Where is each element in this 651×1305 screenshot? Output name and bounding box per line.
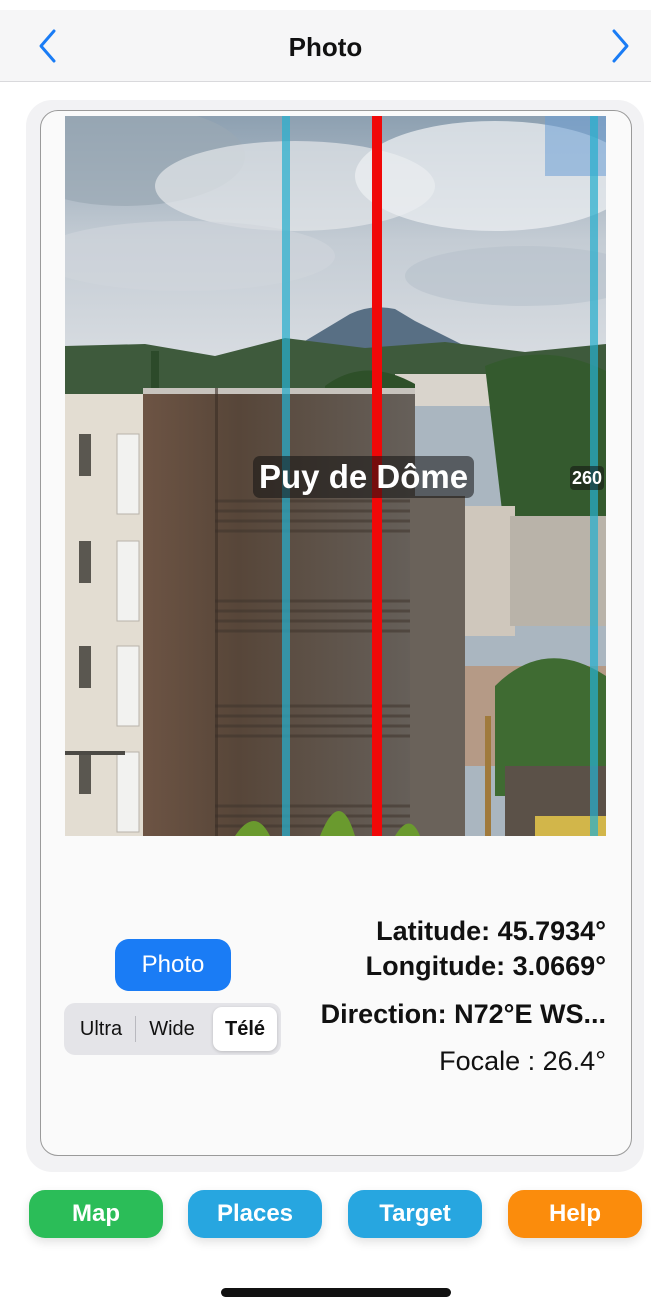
- map-button[interactable]: Map: [29, 1190, 163, 1238]
- lens-option-tele[interactable]: Télé: [213, 1007, 277, 1051]
- peak-label: Puy de Dôme: [253, 456, 475, 498]
- chevron-right-icon: [612, 29, 629, 63]
- lens-segmented-control: Ultra Wide Télé: [64, 1003, 281, 1055]
- forward-button[interactable]: [604, 26, 640, 66]
- page-title: Photo: [288, 32, 363, 62]
- latitude-text: Latitude: 45.7934°: [376, 916, 606, 946]
- places-button[interactable]: Places: [188, 1190, 322, 1238]
- photo-button[interactable]: Photo: [115, 939, 231, 991]
- lens-option-wide[interactable]: Wide: [136, 1007, 208, 1051]
- help-button[interactable]: Help: [508, 1190, 642, 1238]
- focal-text: Focale : 26.4°: [439, 1046, 606, 1076]
- longitude-text: Longitude: 3.0669°: [365, 951, 606, 981]
- status-bar-area: [0, 0, 651, 10]
- lens-option-ultra[interactable]: Ultra: [68, 1007, 134, 1051]
- camera-photo[interactable]: Puy de Dôme 260: [65, 116, 606, 836]
- bearing-label: 260: [570, 466, 605, 490]
- target-button[interactable]: Target: [348, 1190, 482, 1238]
- navigation-bar: Photo: [0, 10, 651, 82]
- home-indicator[interactable]: [221, 1288, 451, 1297]
- direction-text: Direction: N72°E WS...: [320, 999, 606, 1029]
